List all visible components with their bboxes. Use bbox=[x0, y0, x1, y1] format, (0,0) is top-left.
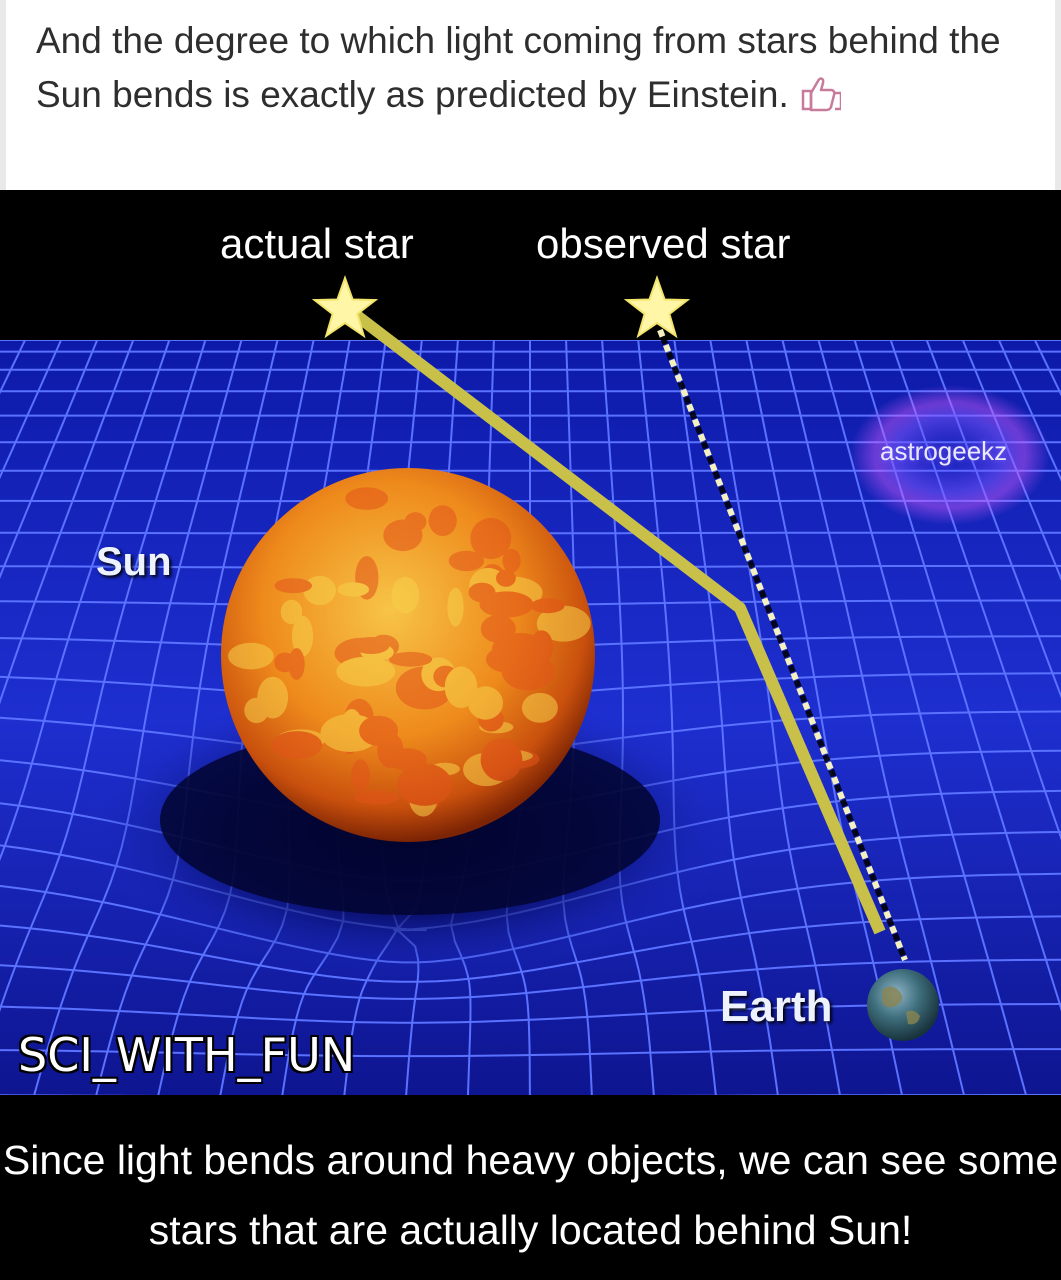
sun-surface-blotch bbox=[383, 519, 423, 552]
light-bending-diagram: actual star observed star Sun Earth astr… bbox=[0, 190, 1061, 1095]
earth-globe bbox=[867, 969, 939, 1041]
sun-surface-blotch bbox=[496, 569, 516, 587]
post-text: And the degree to which light coming fro… bbox=[36, 14, 1036, 128]
earth-label: Earth bbox=[720, 982, 833, 1031]
sun-surface-blotch bbox=[274, 578, 313, 594]
sun-surface-blotch bbox=[530, 598, 565, 614]
sun-surface-blotch bbox=[280, 599, 303, 625]
sun-surface-blotch bbox=[353, 637, 390, 654]
sun-surface-blotch bbox=[351, 759, 370, 792]
sun-surface-blotch bbox=[288, 648, 305, 680]
sun-surface-blotch bbox=[480, 738, 523, 782]
thumbs-up-icon bbox=[797, 71, 843, 128]
sun-surface-blotch bbox=[228, 642, 274, 670]
observed-star-label: observed star bbox=[536, 220, 791, 267]
sun-surface-blotch bbox=[397, 763, 452, 806]
sun-surface-blotch bbox=[337, 582, 370, 597]
sun-surface-blotch bbox=[468, 686, 503, 720]
sky bbox=[0, 190, 1061, 340]
sun-surface-blotch bbox=[470, 517, 512, 560]
caption-text: Since light bends around heavy objects, … bbox=[2, 1137, 1059, 1253]
sun-surface-blotch bbox=[447, 587, 464, 627]
sun-surface-blotch bbox=[530, 630, 554, 664]
brand-watermark: SCI_WITH_FUN bbox=[18, 1028, 356, 1082]
sun-surface-blotch bbox=[257, 676, 289, 719]
sun-surface-blotch bbox=[303, 575, 337, 606]
sun-surface-blotch bbox=[345, 487, 389, 510]
post-header: And the degree to which light coming fro… bbox=[0, 0, 1061, 190]
sun-surface-blotch bbox=[391, 576, 420, 614]
sun-surface-blotch bbox=[359, 715, 399, 746]
sun-surface-blotch bbox=[388, 651, 433, 667]
astrogeekz-watermark: astrogeekz bbox=[880, 436, 1008, 466]
caption-bar: Since light bends around heavy objects, … bbox=[0, 1095, 1061, 1280]
sun-surface-blotch bbox=[336, 656, 396, 687]
sun-label: Sun bbox=[96, 540, 172, 584]
post-text-content: And the degree to which light coming fro… bbox=[36, 20, 1001, 115]
sun-surface-blotch bbox=[354, 790, 400, 805]
actual-star-label: actual star bbox=[220, 220, 414, 267]
spacetime-illustration bbox=[0, 190, 1061, 1095]
sun-surface-blotch bbox=[521, 692, 558, 723]
sun-surface-blotch bbox=[468, 582, 496, 603]
sun-surface-blotch bbox=[277, 735, 301, 759]
sun-surface-blotch bbox=[428, 505, 457, 536]
